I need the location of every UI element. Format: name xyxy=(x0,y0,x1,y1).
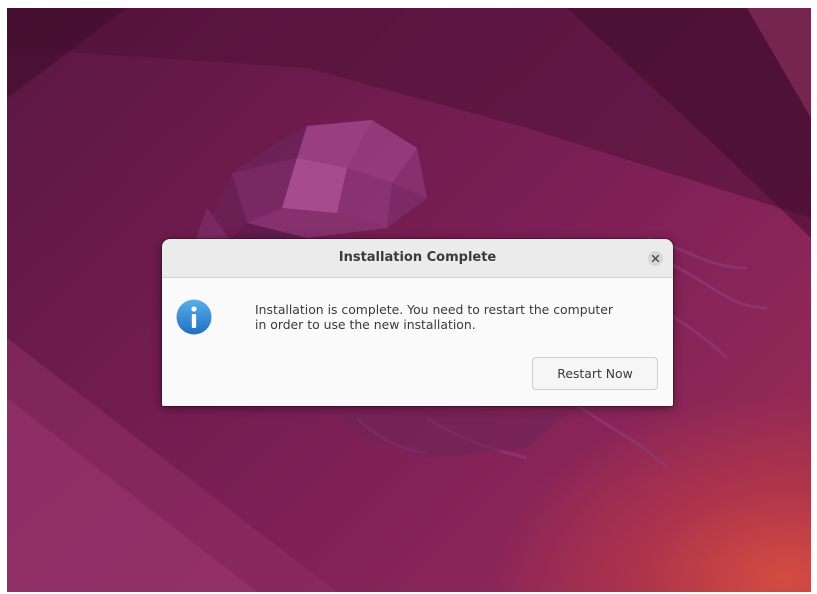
info-icon xyxy=(176,299,212,335)
dialog-title: Installation Complete xyxy=(338,250,497,265)
screen-frame: Installation Complete Installation is co… xyxy=(0,0,817,594)
dialog-titlebar: Installation Complete xyxy=(162,239,673,278)
dialog-message: Installation is complete. You need to re… xyxy=(255,302,614,332)
restart-now-button[interactable]: Restart Now xyxy=(532,357,658,390)
close-icon xyxy=(652,255,659,262)
dialog-body: Installation is complete. You need to re… xyxy=(162,278,673,406)
installation-complete-dialog: Installation Complete Installation is co… xyxy=(162,239,673,406)
close-button[interactable] xyxy=(648,251,663,266)
